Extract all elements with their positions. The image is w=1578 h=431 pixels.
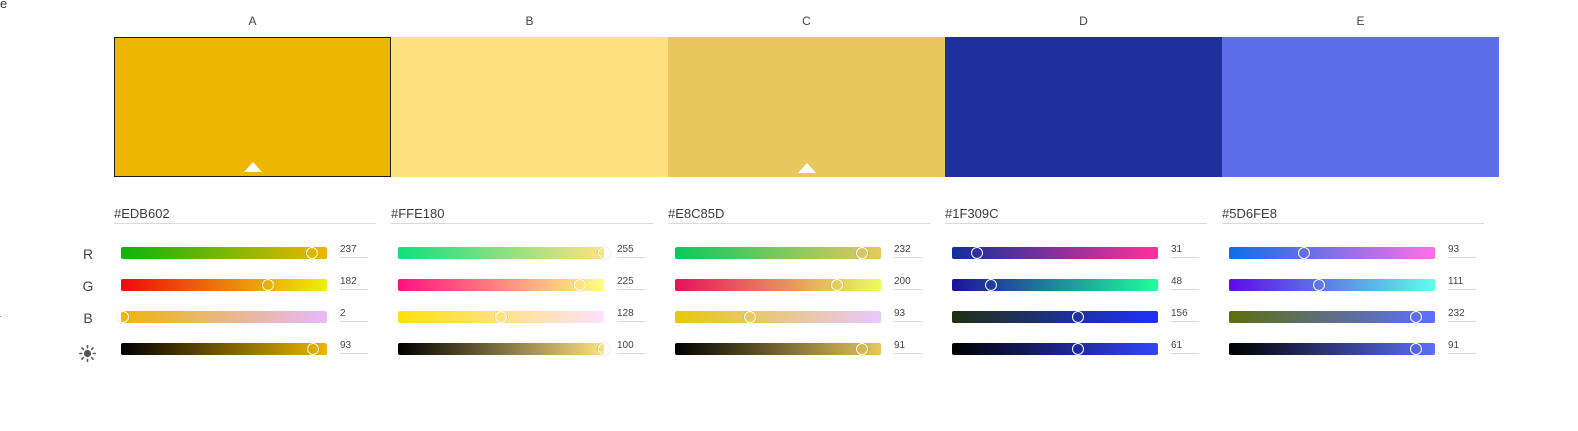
slider-l-c[interactable] — [675, 343, 881, 355]
slider-l-d[interactable] — [952, 343, 1158, 355]
slider-thumb[interactable] — [598, 343, 610, 355]
value-input-b-a[interactable] — [340, 305, 368, 322]
slider-l-e[interactable] — [1229, 343, 1435, 355]
slider-r-d[interactable] — [952, 247, 1158, 259]
hex-input-c[interactable] — [668, 203, 930, 224]
slider-thumb[interactable] — [1298, 247, 1311, 259]
slider-thumb[interactable] — [830, 279, 843, 291]
edge-text-mid: - — [0, 308, 1, 323]
channel-label-r: R — [82, 246, 94, 262]
value-input-r-c[interactable] — [894, 241, 922, 258]
swatch-label-a: A — [248, 14, 257, 28]
slider-thumb[interactable] — [1410, 343, 1423, 355]
slider-g-b[interactable] — [398, 279, 604, 291]
slider-thumb[interactable] — [495, 311, 508, 323]
slider-thumb[interactable] — [856, 247, 869, 259]
value-input-l-a[interactable] — [340, 337, 368, 354]
slider-g-c[interactable] — [675, 279, 881, 291]
swatch-e[interactable] — [1222, 37, 1499, 177]
value-input-b-c[interactable] — [894, 305, 922, 322]
slider-thumb[interactable] — [1071, 343, 1084, 355]
slider-b-a[interactable] — [116, 311, 327, 323]
value-input-b-b[interactable] — [617, 305, 645, 322]
value-input-g-e[interactable] — [1448, 273, 1476, 290]
swatch-a[interactable] — [114, 37, 391, 177]
value-input-r-a[interactable] — [340, 241, 368, 258]
swatch-b[interactable] — [391, 37, 668, 177]
slider-r-b[interactable] — [398, 247, 610, 259]
hex-input-a[interactable] — [114, 203, 376, 224]
slider-l-a[interactable] — [121, 343, 327, 355]
slider-thumb[interactable] — [598, 247, 610, 259]
value-input-l-d[interactable] — [1171, 337, 1199, 354]
value-input-b-e[interactable] — [1448, 305, 1476, 322]
slider-r-c[interactable] — [675, 247, 881, 259]
value-input-l-e[interactable] — [1448, 337, 1476, 354]
hex-input-b[interactable] — [391, 203, 653, 224]
slider-thumb[interactable] — [1312, 279, 1325, 291]
value-input-g-b[interactable] — [617, 273, 645, 290]
slider-thumb[interactable] — [262, 279, 275, 291]
brightness-icon — [79, 345, 97, 363]
slider-b-e[interactable] — [1229, 311, 1435, 323]
slider-thumb[interactable] — [116, 311, 129, 323]
slider-thumb[interactable] — [971, 247, 984, 259]
slider-thumb[interactable] — [744, 311, 757, 323]
swatch-d[interactable] — [945, 37, 1222, 177]
slider-l-b[interactable] — [398, 343, 610, 355]
slider-g-e[interactable] — [1229, 279, 1435, 291]
slider-thumb[interactable] — [573, 279, 586, 291]
slider-b-b[interactable] — [398, 311, 604, 323]
value-input-g-d[interactable] — [1171, 273, 1199, 290]
slider-thumb[interactable] — [984, 279, 997, 291]
base-color-marker-icon — [797, 163, 816, 173]
slider-thumb[interactable] — [1072, 311, 1085, 323]
value-input-r-e[interactable] — [1448, 241, 1476, 258]
value-input-l-b[interactable] — [617, 337, 645, 354]
value-input-l-c[interactable] — [894, 337, 922, 354]
slider-b-d[interactable] — [952, 311, 1158, 323]
base-color-marker-icon — [243, 162, 262, 172]
slider-thumb[interactable] — [1410, 311, 1423, 323]
value-input-r-b[interactable] — [617, 241, 645, 258]
slider-r-a[interactable] — [121, 247, 327, 259]
slider-g-d[interactable] — [952, 279, 1158, 291]
value-input-g-c[interactable] — [894, 273, 922, 290]
slider-b-c[interactable] — [675, 311, 881, 323]
slider-thumb[interactable] — [306, 343, 319, 355]
swatch-label-b: B — [525, 14, 534, 28]
swatch-label-c: C — [802, 14, 811, 28]
swatch-c[interactable] — [668, 37, 945, 177]
slider-g-a[interactable] — [121, 279, 327, 291]
slider-thumb[interactable] — [306, 247, 319, 259]
swatch-label-d: D — [1079, 14, 1088, 28]
hex-input-e[interactable] — [1222, 203, 1484, 224]
value-input-g-a[interactable] — [340, 273, 368, 290]
edge-text-top: e — [0, 0, 8, 11]
channel-label-g: G — [82, 278, 94, 294]
channel-label-b: B — [83, 310, 93, 326]
value-input-r-d[interactable] — [1171, 241, 1199, 258]
slider-thumb[interactable] — [856, 343, 869, 355]
swatch-label-e: E — [1356, 14, 1365, 28]
value-input-b-d[interactable] — [1171, 305, 1199, 322]
hex-input-d[interactable] — [945, 203, 1207, 224]
slider-r-e[interactable] — [1229, 247, 1435, 259]
